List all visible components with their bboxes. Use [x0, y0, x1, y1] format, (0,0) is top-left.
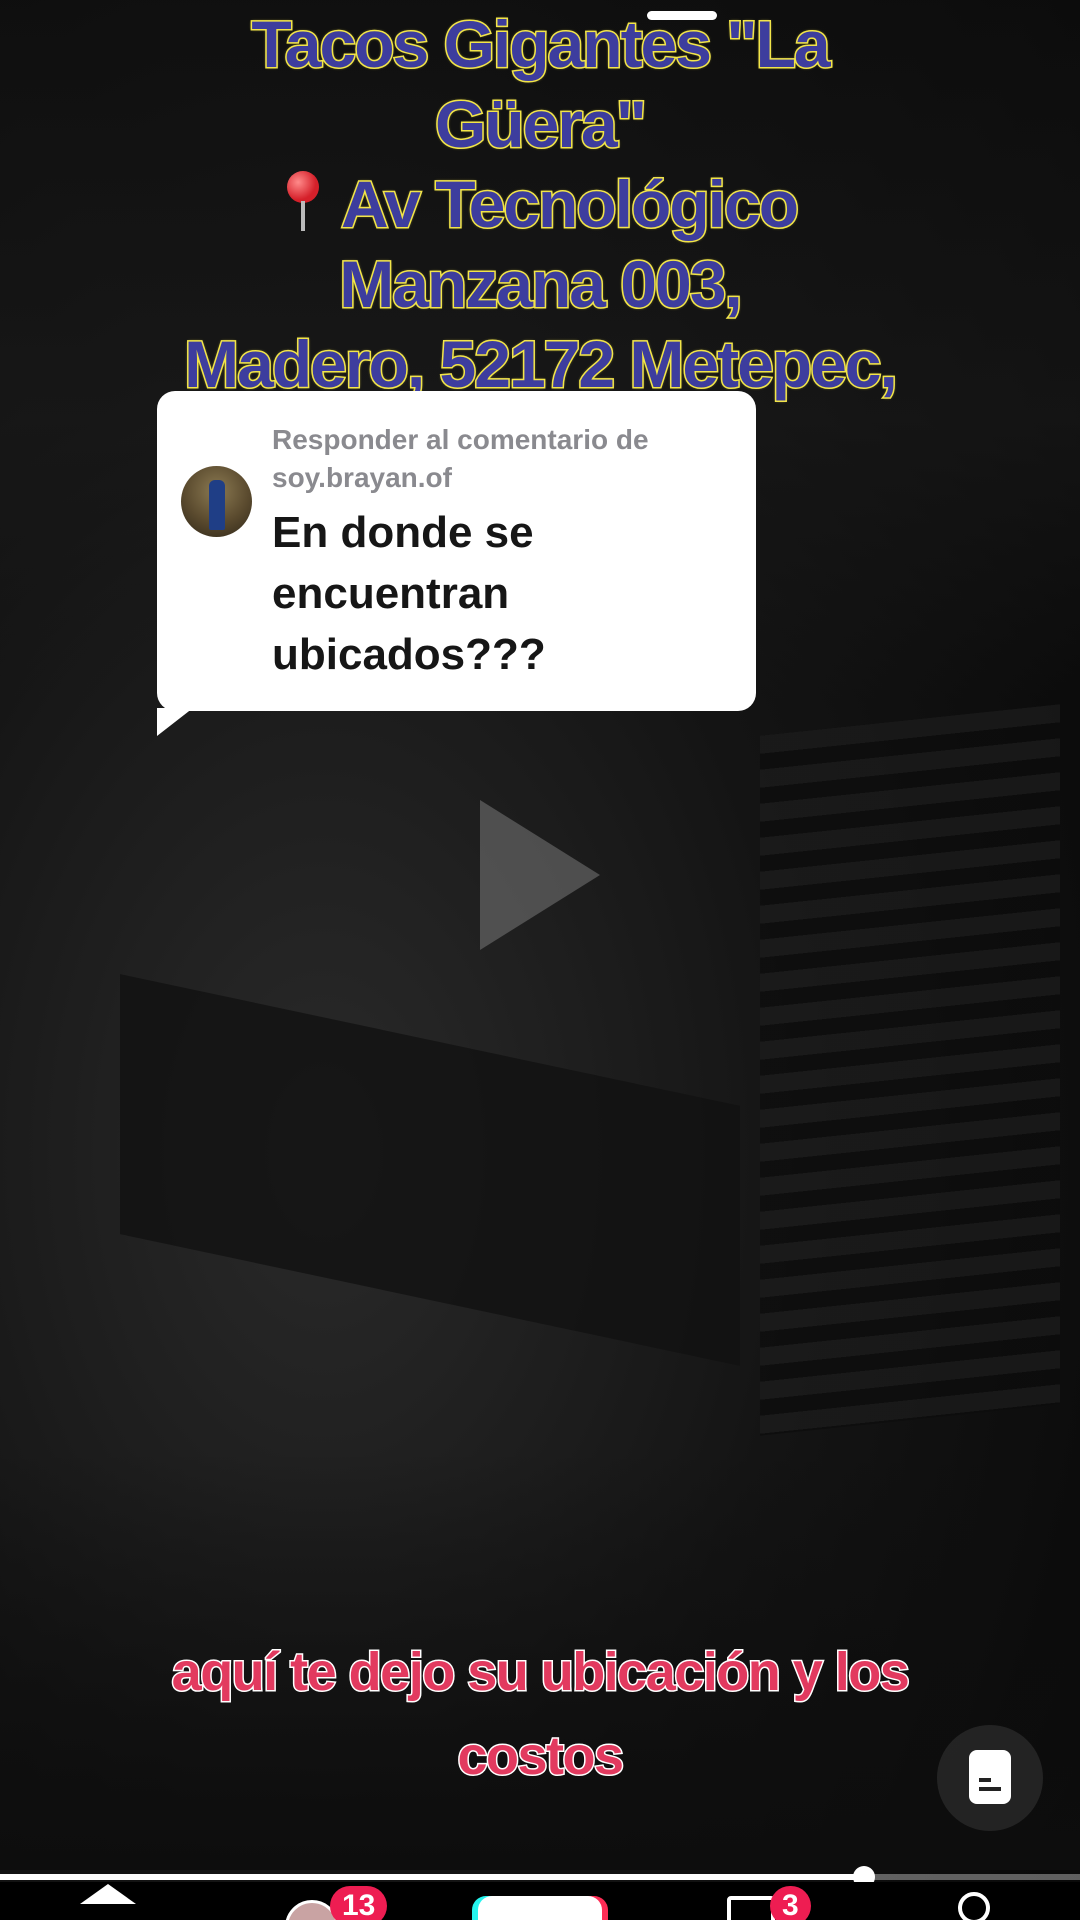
inbox-notification-badge: 3	[770, 1886, 811, 1920]
video-background-fridge	[760, 704, 1060, 1436]
overlay-line-3-text: Av Tecnológico	[339, 166, 800, 243]
video-progress-bar[interactable]	[0, 1866, 1080, 1888]
home-icon[interactable]	[80, 1882, 136, 1920]
transcript-icon	[969, 1750, 1011, 1804]
play-icon[interactable]	[480, 800, 600, 950]
comment-reply-sticker-tail	[157, 708, 193, 736]
video-text-overlay: Tacos Gigantes "La Güera" Av Tecnológico…	[80, 4, 1000, 404]
video-player[interactable]: Tacos Gigantes "La Güera" Av Tecnológico…	[0, 0, 1080, 1920]
overlay-line-3: Av Tecnológico	[80, 164, 1000, 244]
commenter-avatar[interactable]	[181, 466, 252, 537]
round-pushpin-icon	[283, 171, 323, 233]
friends-tab[interactable]	[285, 1882, 339, 1920]
video-caption: aquí te dejo su ubicación y los costos	[170, 1641, 911, 1788]
overlay-line-4: Manzana 003,	[338, 246, 745, 323]
reply-to-comment-label: Responder al comentario de soy.brayan.of	[272, 424, 649, 493]
overlay-line-1: Tacos Gigantes "La	[250, 6, 832, 83]
overlay-line-2: Güera"	[433, 86, 648, 163]
video-progress-fill	[0, 1874, 864, 1880]
reply-comment-text: En donde se encuentran ubicados???	[272, 508, 546, 679]
profile-icon[interactable]	[952, 1882, 992, 1920]
avatar-figure	[209, 480, 225, 530]
transcript-button[interactable]	[937, 1725, 1043, 1831]
video-background-table	[120, 974, 740, 1366]
friends-notification-badge: 13	[330, 1886, 388, 1920]
create-button[interactable]	[478, 1882, 602, 1920]
inbox-icon[interactable]	[727, 1882, 775, 1920]
bottom-nav-bar	[0, 1882, 1080, 1920]
